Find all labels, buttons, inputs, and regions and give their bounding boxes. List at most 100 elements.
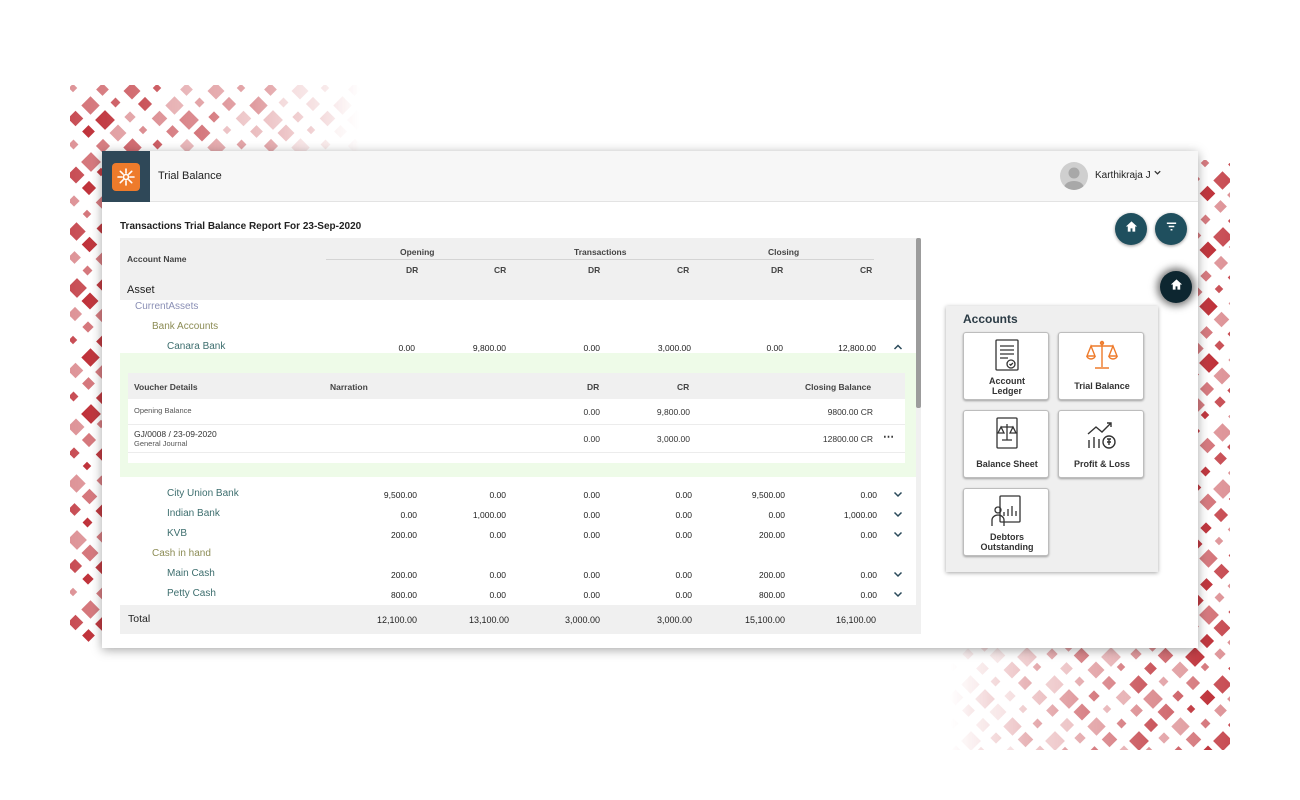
col-transactions-cr: CR bbox=[677, 265, 690, 275]
decorative-diamond bbox=[1199, 353, 1219, 373]
voucher-closing-balance: 12800.00 CR bbox=[822, 434, 873, 444]
table-scrollbar[interactable] bbox=[916, 238, 921, 634]
decorative-diamond bbox=[1059, 689, 1079, 709]
decorative-diamond bbox=[1199, 549, 1218, 568]
home-button[interactable] bbox=[1115, 213, 1147, 245]
filter-button[interactable] bbox=[1155, 213, 1187, 245]
account-ledger-button[interactable]: Account Ledger bbox=[963, 332, 1049, 400]
decorative-diamond bbox=[1214, 396, 1226, 408]
trial-balance-button[interactable]: Trial Balance bbox=[1058, 332, 1144, 400]
table-row[interactable]: City Union Bank 9,500.00 0.00 0.00 0.00 … bbox=[120, 485, 916, 505]
report-title: Transactions Trial Balance Report For 23… bbox=[120, 221, 362, 232]
col-detail-dr: DR bbox=[587, 382, 600, 392]
chevron-down-icon[interactable] bbox=[892, 588, 906, 602]
scroll-thumb[interactable] bbox=[916, 238, 921, 408]
table-row[interactable]: Petty Cash 800.00 0.00 0.00 0.00 800.00 … bbox=[120, 585, 916, 605]
avatar[interactable] bbox=[1060, 162, 1088, 190]
table-row[interactable]: Main Cash 200.00 0.00 0.00 0.00 200.00 0… bbox=[120, 565, 916, 585]
decorative-diamond bbox=[1032, 718, 1043, 729]
group-label: Asset bbox=[127, 284, 155, 296]
chevron-down-icon[interactable] bbox=[892, 508, 906, 522]
chevron-down-icon[interactable] bbox=[892, 488, 906, 502]
decorative-diamond bbox=[208, 111, 220, 123]
closing-dr: 9,500.00 bbox=[751, 490, 785, 500]
decorative-diamond bbox=[1199, 493, 1217, 511]
account-name[interactable]: Canara Bank bbox=[167, 341, 225, 352]
closing-dr: 800.00 bbox=[759, 590, 785, 600]
decorative-diamond bbox=[1115, 745, 1133, 750]
decorative-diamond bbox=[1213, 255, 1229, 271]
total-closing-dr: 15,100.00 bbox=[744, 615, 785, 625]
chevron-down-icon[interactable] bbox=[892, 528, 906, 542]
app-window: Trial Balance Karthikraja J Transactions… bbox=[102, 151, 1198, 648]
account-name[interactable]: Petty Cash bbox=[167, 588, 216, 599]
decorative-diamond bbox=[976, 662, 989, 675]
decorative-diamond bbox=[1143, 717, 1159, 733]
account-name[interactable]: KVB bbox=[167, 528, 187, 539]
decorative-diamond bbox=[1228, 494, 1230, 504]
profit-loss-button[interactable]: Profit & Loss bbox=[1058, 410, 1144, 478]
decorative-diamond bbox=[70, 391, 79, 402]
decorative-diamond bbox=[1228, 410, 1230, 423]
decorative-diamond bbox=[1129, 675, 1148, 694]
account-name[interactable]: City Union Bank bbox=[167, 488, 239, 499]
decorative-diamond bbox=[81, 348, 100, 367]
decorative-diamond bbox=[81, 96, 100, 115]
voucher-detail-header: Voucher Details Narration DR CR Closing … bbox=[128, 373, 905, 399]
decorative-diamond bbox=[950, 718, 959, 729]
decorative-diamond bbox=[1060, 746, 1070, 750]
decorative-diamond bbox=[1032, 662, 1042, 672]
decorative-diamond bbox=[975, 689, 995, 709]
decorative-diamond bbox=[319, 110, 336, 127]
decorative-diamond bbox=[1228, 550, 1230, 561]
cash-group-label: Cash in hand bbox=[152, 548, 211, 559]
closing-dr: 0.00 bbox=[766, 343, 783, 353]
decorative-diamond bbox=[166, 125, 179, 138]
table-row[interactable]: KVB 200.00 0.00 0.00 0.00 200.00 0.00 bbox=[120, 525, 916, 545]
opening-cr: 0.00 bbox=[489, 590, 506, 600]
account-name[interactable]: Main Cash bbox=[167, 568, 215, 579]
decorative-diamond bbox=[1157, 647, 1174, 664]
more-icon[interactable]: ⋯ bbox=[883, 430, 894, 443]
decorative-diamond bbox=[70, 195, 80, 207]
user-name[interactable]: Karthikraja J bbox=[1095, 170, 1151, 181]
debtors-outstanding-button[interactable]: Debtors Outstanding bbox=[963, 488, 1049, 556]
decorative-diamond bbox=[1199, 437, 1216, 454]
decorative-diamond bbox=[1171, 661, 1189, 679]
app-logo[interactable] bbox=[102, 151, 150, 202]
chevron-down-icon[interactable] bbox=[1153, 168, 1162, 180]
home-float-button[interactable] bbox=[1160, 271, 1192, 303]
decorative-diamond bbox=[1213, 619, 1230, 637]
transactions-cr: 0.00 bbox=[675, 530, 692, 540]
opening-dr: 0.00 bbox=[400, 510, 417, 520]
decorative-diamond bbox=[82, 461, 92, 471]
voucher-row[interactable]: GJ/0008 / 23-09-2020 General Journal 0.0… bbox=[128, 425, 905, 453]
closing-dr: 200.00 bbox=[759, 570, 785, 580]
decorative-diamond bbox=[1074, 676, 1085, 687]
decorative-diamond bbox=[81, 180, 97, 196]
decorative-diamond bbox=[152, 85, 162, 93]
transactions-cr: 3,000.00 bbox=[657, 343, 691, 353]
decorative-diamond bbox=[320, 85, 330, 93]
decorative-diamond bbox=[81, 488, 98, 505]
col-account-name: Account Name bbox=[127, 254, 187, 264]
card-label: Trial Balance bbox=[1074, 381, 1130, 391]
decorative-diamond bbox=[1129, 731, 1149, 750]
decorative-diamond bbox=[1101, 731, 1118, 748]
decorative-diamond bbox=[950, 662, 958, 672]
decorative-diamond bbox=[1227, 521, 1230, 538]
voucher-label[interactable]: GJ/0008 / 23-09-2020 bbox=[134, 429, 217, 439]
account-name[interactable]: Indian Bank bbox=[167, 508, 220, 519]
decorative-diamond bbox=[82, 517, 93, 528]
decorative-diamond bbox=[1087, 717, 1106, 736]
decorative-diamond bbox=[221, 96, 237, 112]
chevron-down-icon[interactable] bbox=[892, 568, 906, 582]
opening-cr: 9,800.00 bbox=[472, 343, 506, 353]
decorative-diamond bbox=[1003, 717, 1022, 736]
table-row[interactable]: Indian Bank 0.00 1,000.00 0.00 0.00 0.00… bbox=[120, 505, 916, 525]
decorative-diamond bbox=[70, 614, 84, 631]
decorative-diamond bbox=[207, 85, 225, 100]
balance-sheet-button[interactable]: Balance Sheet bbox=[963, 410, 1049, 478]
decorative-diamond bbox=[1017, 675, 1033, 691]
decorative-diamond bbox=[1143, 689, 1163, 709]
